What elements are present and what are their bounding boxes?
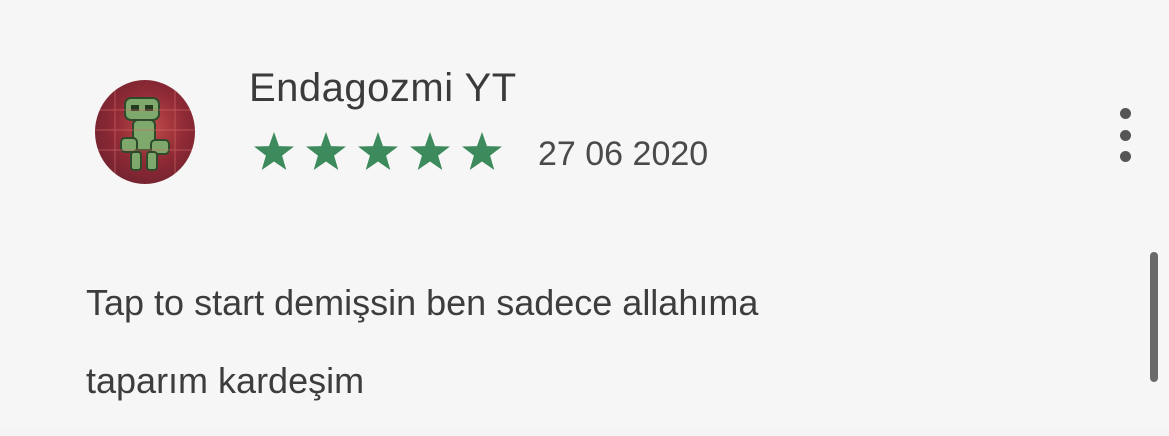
star-icon: [254, 132, 294, 170]
review-text: Tap to start demişsin ben sadece allahım…: [86, 280, 1066, 436]
avatar-image: [95, 80, 195, 184]
menu-dot: [1119, 108, 1131, 119]
star-icon: [462, 132, 502, 170]
menu-dot: [1119, 129, 1131, 141]
review-text-line: taparım kardeşim: [86, 360, 365, 401]
menu-dot: [1119, 151, 1131, 162]
avatar[interactable]: [95, 80, 195, 184]
star-icon: [358, 132, 398, 170]
author-name: Endagozmi YT: [249, 66, 517, 110]
star-icon: [306, 132, 346, 170]
scrollbar[interactable]: [1150, 252, 1158, 382]
review-date: 27 06 2020: [538, 135, 709, 173]
star-icon: [410, 132, 450, 170]
more-vert-icon[interactable]: [1108, 104, 1142, 166]
star-rating: [253, 126, 515, 178]
review-card: Endagozmi YT 27 06 2020 Tap to start dem…: [0, 0, 1169, 427]
review-text-line: Tap to start demişsin ben sadece allahım…: [86, 282, 759, 323]
